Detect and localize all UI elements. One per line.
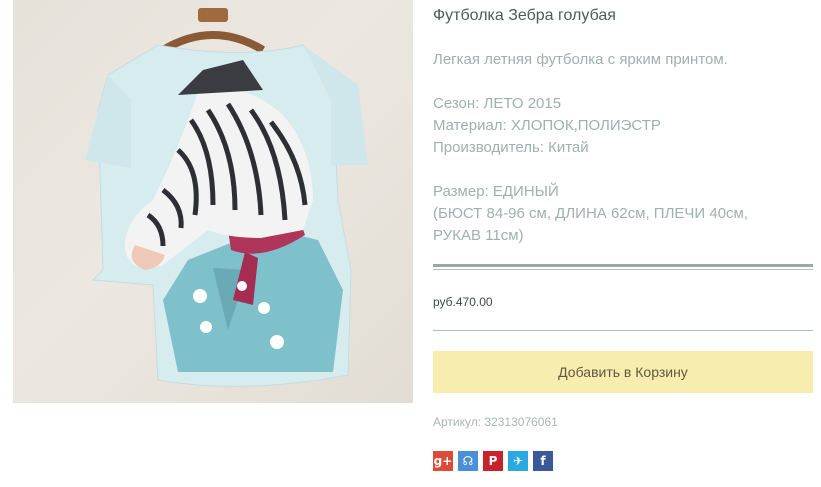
pinterest-icon[interactable]: P [483, 451, 503, 471]
product-title: Футболка Зебра голубая [433, 7, 616, 24]
product-description: Легкая летняя футболка с ярким принтом. … [433, 49, 813, 247]
manufacturer-text: Производитель: Китай [433, 139, 589, 156]
size-details-line2: РУКАВ 11см) [433, 227, 524, 244]
odnoklassniki-icon[interactable]: ☊ [458, 451, 478, 471]
size-details-line1: (БЮСТ 84-96 см, ДЛИНА 62см, ПЛЕЧИ 40см, [433, 205, 749, 222]
size-title: Размер: ЕДИНЫЙ [433, 183, 559, 200]
season-text: Сезон: ЛЕТО 2015 [433, 95, 562, 112]
twitter-icon[interactable]: ✈ [508, 451, 528, 471]
description-text: Легкая летняя футболка с ярким принтом. [433, 51, 728, 68]
divider [433, 330, 813, 331]
product-sku: Артикул: 32313076061 [433, 415, 558, 429]
material-text: Материал: ХЛОПОК,ПОЛИЭСТР [433, 117, 661, 134]
product-price: руб.470.00 [433, 295, 493, 309]
facebook-icon[interactable]: f [533, 451, 553, 471]
product-image[interactable] [13, 0, 413, 403]
social-share-bar: g+ ☊ P ✈ f [433, 451, 553, 471]
divider [433, 264, 813, 267]
add-to-cart-button[interactable]: Добавить в Корзину [433, 351, 813, 393]
tshirt-zebra-illustration [85, 8, 368, 387]
google-plus-icon[interactable]: g+ [433, 451, 453, 471]
divider [433, 269, 813, 270]
